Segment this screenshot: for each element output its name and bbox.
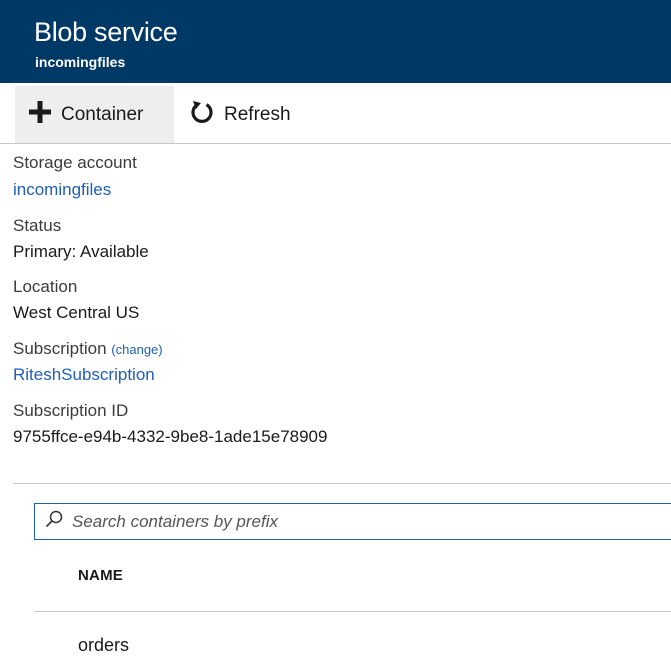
add-container-button[interactable]: Container — [15, 86, 174, 143]
refresh-button[interactable]: Refresh — [190, 86, 320, 143]
page-subtitle: incomingfiles — [35, 54, 126, 70]
subscription-id-value: 9755ffce-e94b-4332-9be8-1ade15e78909 — [13, 427, 328, 446]
add-container-label: Container — [61, 103, 144, 125]
location-value: West Central US — [13, 303, 140, 322]
search-icon — [45, 510, 63, 533]
blade-header: Blob service incomingfiles — [0, 0, 671, 83]
subscription-link[interactable]: RiteshSubscription — [13, 365, 155, 385]
table-row[interactable]: orders — [34, 612, 671, 668]
status-value: Primary: Available — [13, 242, 149, 261]
container-name-cell: orders — [78, 635, 130, 655]
search-box[interactable] — [34, 503, 671, 540]
section-divider — [13, 483, 671, 484]
search-input[interactable] — [72, 511, 632, 532]
storage-account-link[interactable]: incomingfiles — [13, 180, 111, 200]
command-bar: Container Refresh — [0, 86, 671, 144]
status-label: Status — [13, 216, 62, 235]
plus-icon — [29, 100, 51, 129]
location-label: Location — [13, 277, 78, 296]
change-subscription-link[interactable]: (change) — [111, 342, 162, 357]
subscription-label-row: Subscription (change) — [13, 339, 163, 360]
storage-account-label: Storage account — [13, 153, 137, 172]
column-header-name[interactable]: NAME — [78, 567, 123, 584]
page-title: Blob service — [34, 17, 178, 47]
subscription-label: Subscription — [13, 339, 107, 358]
refresh-icon — [190, 100, 214, 130]
refresh-label: Refresh — [224, 103, 291, 125]
subscription-id-label: Subscription ID — [13, 401, 129, 420]
